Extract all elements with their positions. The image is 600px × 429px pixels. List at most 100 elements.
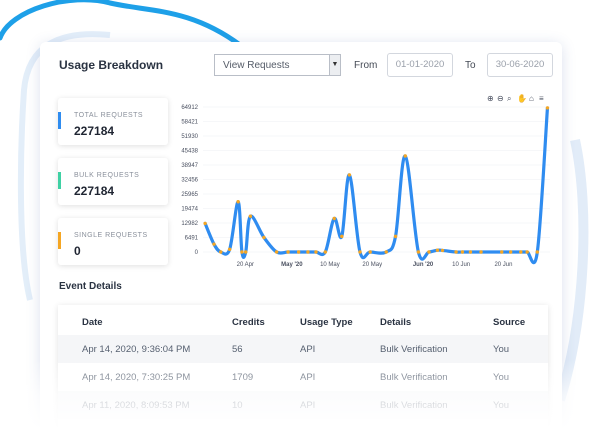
stat-card-single: SINGLE REQUESTS 0 <box>58 218 168 265</box>
y-tick-label: 38947 <box>181 163 198 169</box>
y-tick-label: 19474 <box>181 207 198 213</box>
event-details-title: Event Details <box>59 281 122 292</box>
view-select[interactable]: View Requests ▼ <box>214 54 341 76</box>
data-point <box>535 250 540 254</box>
y-tick-label: 45438 <box>181 149 198 155</box>
data-point <box>248 214 253 218</box>
data-point <box>427 250 431 254</box>
stat-value-total: 227184 <box>74 124 115 138</box>
stat-label-total: TOTAL REQUESTS <box>74 112 144 119</box>
column-header-usage-type: Usage Type <box>300 317 353 328</box>
data-point <box>219 250 223 254</box>
x-tick-label: 20 Apr <box>237 262 254 268</box>
column-header-credits: Credits <box>232 317 265 328</box>
data-point <box>227 247 232 252</box>
y-tick-label: 58421 <box>181 120 198 126</box>
data-point <box>468 250 473 254</box>
data-point <box>500 250 504 254</box>
data-point <box>323 250 327 254</box>
cell-credits: 56 <box>232 344 243 355</box>
y-tick-label: 51930 <box>181 134 198 140</box>
from-date-input[interactable]: 01-01-2020 <box>387 53 453 77</box>
y-tick-label: 25965 <box>181 192 198 198</box>
data-point <box>332 216 336 221</box>
view-select-value: View Requests <box>223 60 290 71</box>
data-point <box>212 242 216 246</box>
data-point <box>460 250 465 254</box>
data-point <box>545 106 550 110</box>
stat-accent-single <box>58 232 61 249</box>
stat-value-bulk: 227184 <box>74 184 115 198</box>
table-row[interactable]: Apr 14, 2020, 9:36:04 PM 56 API Bulk Ver… <box>58 335 548 363</box>
stat-label-single: SINGLE REQUESTS <box>74 232 148 239</box>
table-row[interactable]: Apr 11, 2020, 8:09:53 PM 10 API Bulk Ver… <box>58 391 548 419</box>
data-point <box>479 250 483 254</box>
data-point <box>416 250 421 254</box>
data-point <box>262 235 266 240</box>
to-label: To <box>465 60 476 71</box>
data-point <box>296 250 301 254</box>
requests-line-chart: 0 6491 12982 19474 25965 32456 38947 45438 51930… <box>181 105 550 268</box>
y-tick-label: 64912 <box>181 105 198 111</box>
x-tick-label: May '20 <box>281 262 303 268</box>
x-tick-label: 10 May <box>320 262 340 268</box>
cell-details: Bulk Verification <box>380 344 448 355</box>
stat-accent-bulk <box>58 172 61 189</box>
x-tick-label: 20 Jun <box>494 262 512 268</box>
cell-usage-type: API <box>300 400 316 411</box>
series-line-requests <box>203 106 550 265</box>
stat-accent-total <box>58 112 61 129</box>
cell-usage-type: API <box>300 372 316 383</box>
x-tick-label: 10 Jun <box>452 262 470 268</box>
cell-date: Apr 14, 2020, 7:30:25 PM <box>82 372 191 383</box>
data-point <box>286 250 290 254</box>
data-point <box>358 250 362 254</box>
data-point <box>384 250 388 254</box>
stat-card-total: TOTAL REQUESTS 227184 <box>58 98 168 145</box>
data-point <box>314 250 318 254</box>
data-point <box>240 250 244 254</box>
cell-usage-type: API <box>300 344 316 355</box>
event-details-table: Date Credits Usage Type Details Source A… <box>58 305 548 429</box>
column-header-source: Source <box>493 317 526 328</box>
data-point <box>393 234 398 239</box>
cell-source: You <box>493 344 510 355</box>
data-point <box>274 250 279 254</box>
y-tick-label: 32456 <box>181 178 198 184</box>
cell-source: You <box>493 372 510 383</box>
cell-source: You <box>493 400 510 411</box>
data-point <box>244 250 248 254</box>
data-point <box>347 173 352 177</box>
data-point <box>203 221 207 226</box>
page-title: Usage Breakdown <box>59 58 164 72</box>
data-point <box>306 250 310 254</box>
stat-label-bulk: BULK REQUESTS <box>74 172 140 179</box>
y-tick-label: 6491 <box>185 236 199 242</box>
chevron-down-icon[interactable]: ▼ <box>329 55 340 75</box>
y-tick-label: 0 <box>195 250 199 256</box>
cell-date: Apr 11, 2020, 8:09:53 PM <box>82 400 190 411</box>
cell-date: Apr 14, 2020, 9:36:04 PM <box>82 344 191 355</box>
column-header-date: Date <box>82 317 103 328</box>
data-point <box>440 248 445 253</box>
data-point <box>454 250 458 254</box>
data-point <box>508 250 513 254</box>
x-tick-label: Jun '20 <box>413 262 434 268</box>
stat-value-single: 0 <box>74 244 81 258</box>
x-tick-label: 20 May <box>362 262 382 268</box>
column-header-details: Details <box>380 317 412 328</box>
cell-credits: 10 <box>232 400 243 411</box>
to-date-input[interactable]: 30-06-2020 <box>487 53 553 77</box>
stat-card-bulk: BULK REQUESTS 227184 <box>58 158 168 205</box>
table-row[interactable]: Apr 14, 2020, 7:30:25 PM 1709 API Bulk V… <box>58 363 548 391</box>
y-tick-label: 12982 <box>181 221 198 227</box>
data-point <box>368 250 372 254</box>
from-label: From <box>354 60 378 71</box>
cell-details: Bulk Verification <box>380 372 448 383</box>
data-point <box>519 250 523 254</box>
cell-credits: 1709 <box>232 372 254 383</box>
data-point <box>435 248 440 252</box>
data-point <box>340 234 344 239</box>
data-point <box>236 200 240 204</box>
data-point <box>403 154 407 158</box>
